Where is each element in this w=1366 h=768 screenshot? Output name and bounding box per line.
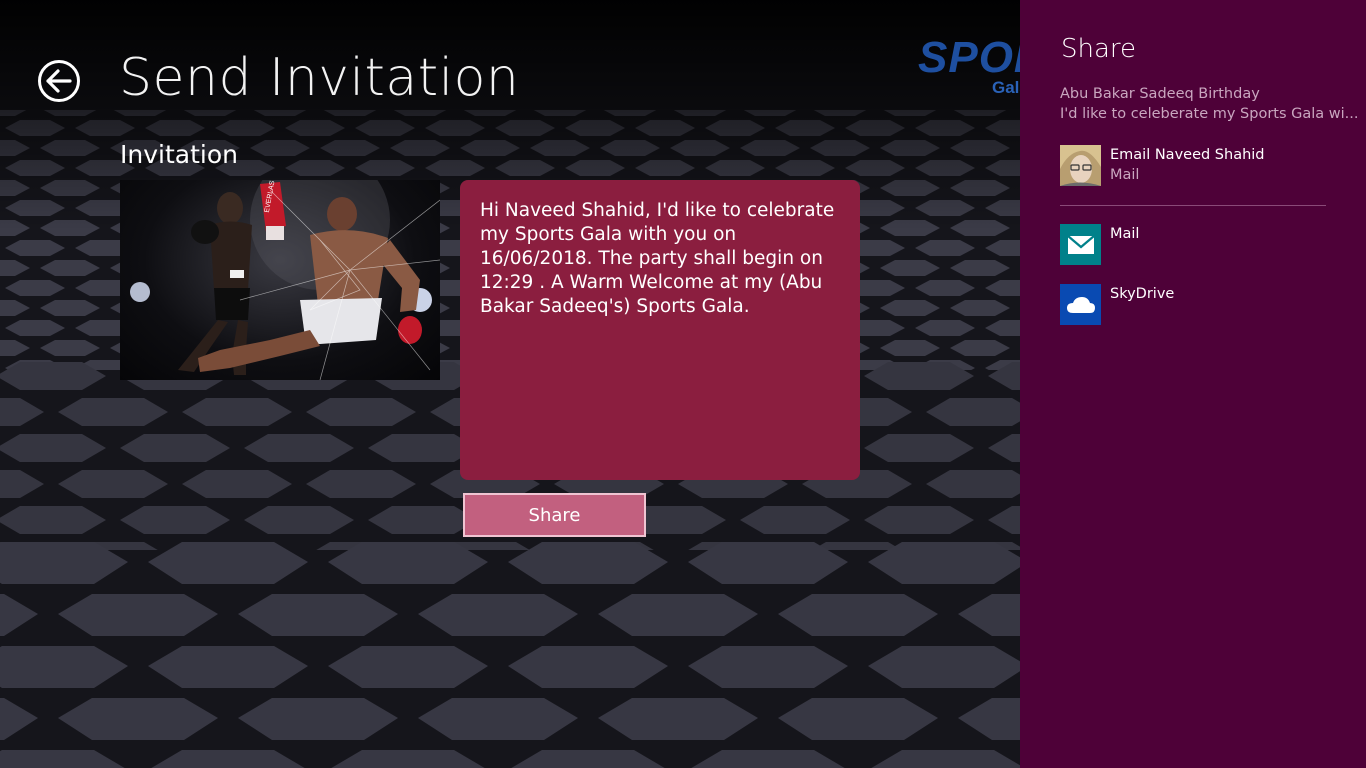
boxing-photo: EVERLAST	[120, 180, 440, 380]
share-app-skydrive[interactable]: SkyDrive	[1060, 284, 1330, 326]
share-charm-panel: Share Abu Bakar Sadeeq Birthday I'd like…	[1020, 0, 1366, 768]
avatar	[1060, 145, 1101, 186]
brand-logo-sub: Gala	[992, 78, 1020, 97]
boxing-illustration: EVERLAST	[130, 180, 440, 380]
envelope-glyph	[1066, 234, 1095, 254]
section-title: Invitation	[120, 140, 238, 169]
share-app-label: SkyDrive	[1110, 286, 1175, 302]
invitation-message[interactable]: Hi Naveed Shahid, I'd like to celebrate …	[460, 180, 860, 480]
charm-subtitle: Abu Bakar Sadeeq Birthday	[1060, 86, 1260, 102]
back-button[interactable]	[38, 60, 80, 102]
share-target-email-naveed[interactable]: Email Naveed Shahid Mail	[1060, 145, 1330, 187]
cloud-glyph	[1066, 296, 1095, 313]
back-arrow-icon	[46, 69, 72, 93]
brand-logo-text: SPOR	[918, 34, 1020, 82]
share-app-label: Mail	[1110, 226, 1140, 242]
charm-title: Share	[1061, 34, 1137, 64]
share-button[interactable]: Share	[463, 493, 646, 537]
avatar-image	[1060, 145, 1101, 186]
share-target-name: Email Naveed Shahid	[1110, 147, 1265, 163]
page-title: Send Invitation	[119, 48, 520, 108]
charm-description: I'd like to celeberate my Sports Gala wi…	[1060, 106, 1359, 122]
brand-logo: SPOR Gala	[918, 34, 1020, 104]
share-app-mail[interactable]: Mail	[1060, 224, 1330, 266]
share-target-app: Mail	[1110, 167, 1140, 183]
mail-icon	[1060, 224, 1101, 265]
charm-divider	[1060, 205, 1326, 206]
cloud-icon	[1060, 284, 1101, 325]
